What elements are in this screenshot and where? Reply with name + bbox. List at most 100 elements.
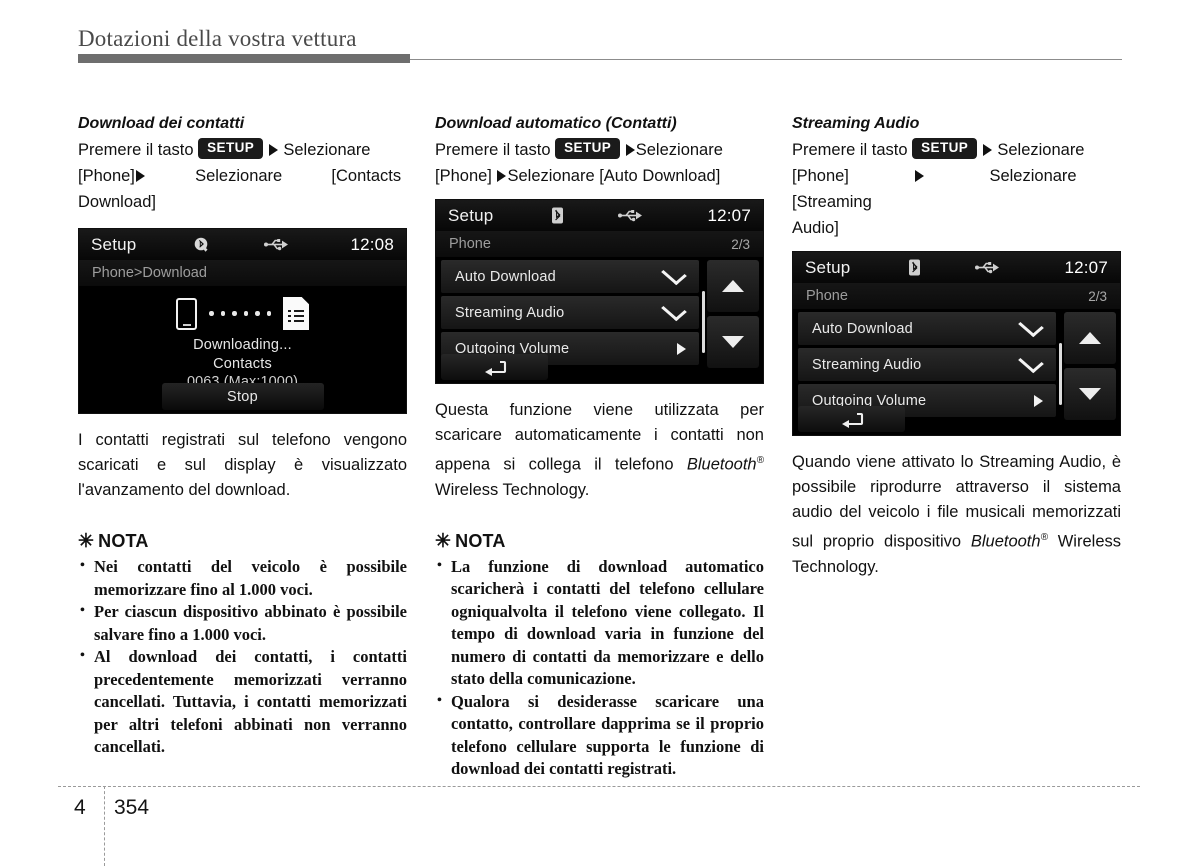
scroll-up-button[interactable] <box>707 260 759 312</box>
content-columns: Download dei contatti Premere il tasto S… <box>78 113 1122 781</box>
page-number: 354 <box>114 796 150 819</box>
chevron-right-icon <box>135 170 145 182</box>
screen-status-bar: Setup <box>436 200 763 231</box>
note-heading-label: NOTA <box>455 530 506 551</box>
usb-icon <box>264 238 289 251</box>
body-paragraph: I contatti registrati sul telefono vengo… <box>78 431 407 499</box>
screen-title: Setup <box>805 257 851 277</box>
path-text: [Phone] <box>78 167 135 185</box>
chevron-right-icon <box>914 170 924 182</box>
phone-icon <box>176 297 197 330</box>
menu-item-auto-download[interactable]: Auto Download <box>441 260 699 293</box>
path-text: [Contacts <box>331 167 402 185</box>
path-text: Selezionare <box>997 141 1085 159</box>
page-footer: 4 354 <box>0 786 1200 866</box>
menu-item-streaming-audio[interactable]: Streaming Audio <box>798 348 1056 381</box>
list-item: La funzione di download automatico scari… <box>435 555 764 691</box>
download-status-line-1: Downloading... <box>193 337 292 353</box>
body-paragraph: Quando viene attivato lo Streaming Audio… <box>792 450 1121 580</box>
bluetooth-download-icon <box>194 236 210 254</box>
page-indicator: 2/3 <box>1088 288 1107 304</box>
page-header: Dotazioni della vostra vettura <box>78 24 1122 63</box>
checkmark-icon <box>1018 350 1046 374</box>
path-text: Premere il tasto <box>435 141 551 159</box>
scrollbar[interactable] <box>702 291 705 353</box>
column-streaming-audio: Streaming Audio Premere il tasto SETUP S… <box>792 113 1121 781</box>
bluetooth-wordmark: Bluetooth <box>970 532 1041 551</box>
column-auto-download: Download automatico (Contatti) Premere i… <box>435 113 764 781</box>
usb-icon <box>975 261 1000 274</box>
chevron-right-icon <box>268 144 278 156</box>
section-heading: Download dei contatti <box>78 115 245 132</box>
registered-mark: ® <box>756 455 764 466</box>
scroll-down-button[interactable] <box>707 316 759 368</box>
menu-nav-buttons <box>1064 312 1116 424</box>
device-screen-phone-menu: Setup 12:07 Phone 2/3 Auto Download Stre… <box>792 251 1121 436</box>
navigation-path: Premere il tasto SETUP Selezionare [Phon… <box>78 137 407 215</box>
path-text: Audio] <box>792 219 839 237</box>
setup-button-badge[interactable]: SETUP <box>555 138 621 159</box>
asterisk-icon: ✳ <box>435 530 452 552</box>
menu-item-label: Auto Download <box>455 268 556 285</box>
navigation-path: Premere il tasto SETUP Selezionare [Phon… <box>435 137 764 189</box>
menu-panel: Auto Download Streaming Audio Outgoing V… <box>793 309 1120 435</box>
note-heading: ✳ NOTA <box>435 529 764 554</box>
menu-item-streaming-audio[interactable]: Streaming Audio <box>441 296 699 329</box>
body-text-post: Wireless Technology. <box>435 480 590 499</box>
stop-button[interactable]: Stop <box>161 383 324 410</box>
screen-status-bar: Setup <box>793 252 1120 283</box>
scrollbar[interactable] <box>1059 343 1062 405</box>
menu-item-label: Streaming Audio <box>455 304 565 321</box>
bluetooth-icon <box>908 259 921 276</box>
section-heading: Streaming Audio <box>792 115 920 132</box>
registered-mark: ® <box>1040 532 1048 543</box>
path-text: Selezionare <box>283 141 371 159</box>
list-item: Per ciascun dispositivo abbinato è possi… <box>78 600 407 646</box>
path-text: Premere il tasto <box>792 141 908 159</box>
scroll-down-button[interactable] <box>1064 368 1116 420</box>
footer-divider-horizontal <box>58 786 1140 787</box>
column-contacts-download: Download dei contatti Premere il tasto S… <box>78 113 407 781</box>
device-screen-downloading: Setup 12:08 Phone>Download Downloading..… <box>78 228 407 414</box>
screen-breadcrumb: Phone 2/3 <box>793 283 1120 309</box>
up-arrow-icon <box>1079 332 1101 344</box>
note-list: La funzione di download automatico scari… <box>435 555 764 781</box>
chevron-right-icon <box>982 144 992 156</box>
back-icon <box>841 412 863 428</box>
path-text: Selezionare [Auto Download] <box>507 167 721 185</box>
path-text: [Phone] <box>435 167 492 185</box>
back-button[interactable] <box>798 406 905 432</box>
menu-row-list: Auto Download Streaming Audio Outgoing V… <box>441 260 699 368</box>
device-screen-phone-menu: Setup 12:07 Phone 2/3 Auto Download Stre… <box>435 199 764 384</box>
breadcrumb-text: Phone <box>806 288 848 304</box>
menu-panel: Auto Download Streaming Audio Outgoing V… <box>436 257 763 383</box>
menu-item-auto-download[interactable]: Auto Download <box>798 312 1056 345</box>
setup-button-badge[interactable]: SETUP <box>912 138 978 159</box>
menu-item-label: Streaming Audio <box>812 356 922 373</box>
screen-breadcrumb: Phone>Download <box>79 260 406 286</box>
transfer-dots-icon <box>209 311 271 316</box>
scroll-up-button[interactable] <box>1064 312 1116 364</box>
path-text: [Streaming <box>792 193 872 211</box>
chapter-number: 4 <box>74 796 86 819</box>
download-progress-panel: Downloading... Contacts 0063 (Max:1000) … <box>79 286 406 413</box>
screen-title: Setup <box>448 205 494 225</box>
menu-nav-buttons <box>707 260 759 372</box>
path-text: Selezionare <box>989 167 1077 185</box>
chevron-right-icon <box>677 342 689 355</box>
chevron-right-icon <box>497 170 507 182</box>
bluetooth-icon <box>551 207 564 224</box>
header-rule <box>78 54 1122 63</box>
checkmark-icon <box>661 262 689 286</box>
note-heading: ✳ NOTA <box>78 529 407 554</box>
checkmark-icon <box>1018 314 1046 338</box>
usb-icon <box>618 209 643 222</box>
back-button[interactable] <box>441 354 548 380</box>
list-item: Al download dei contatti, i contatti pre… <box>78 645 407 759</box>
body-paragraph: Questa funzione viene utilizzata per sca… <box>435 398 764 503</box>
breadcrumb-text: Phone <box>449 236 491 252</box>
down-arrow-icon <box>1079 388 1101 400</box>
menu-item-label: Auto Download <box>812 320 913 337</box>
setup-button-badge[interactable]: SETUP <box>198 138 264 159</box>
path-text: Selezionare <box>635 141 723 159</box>
